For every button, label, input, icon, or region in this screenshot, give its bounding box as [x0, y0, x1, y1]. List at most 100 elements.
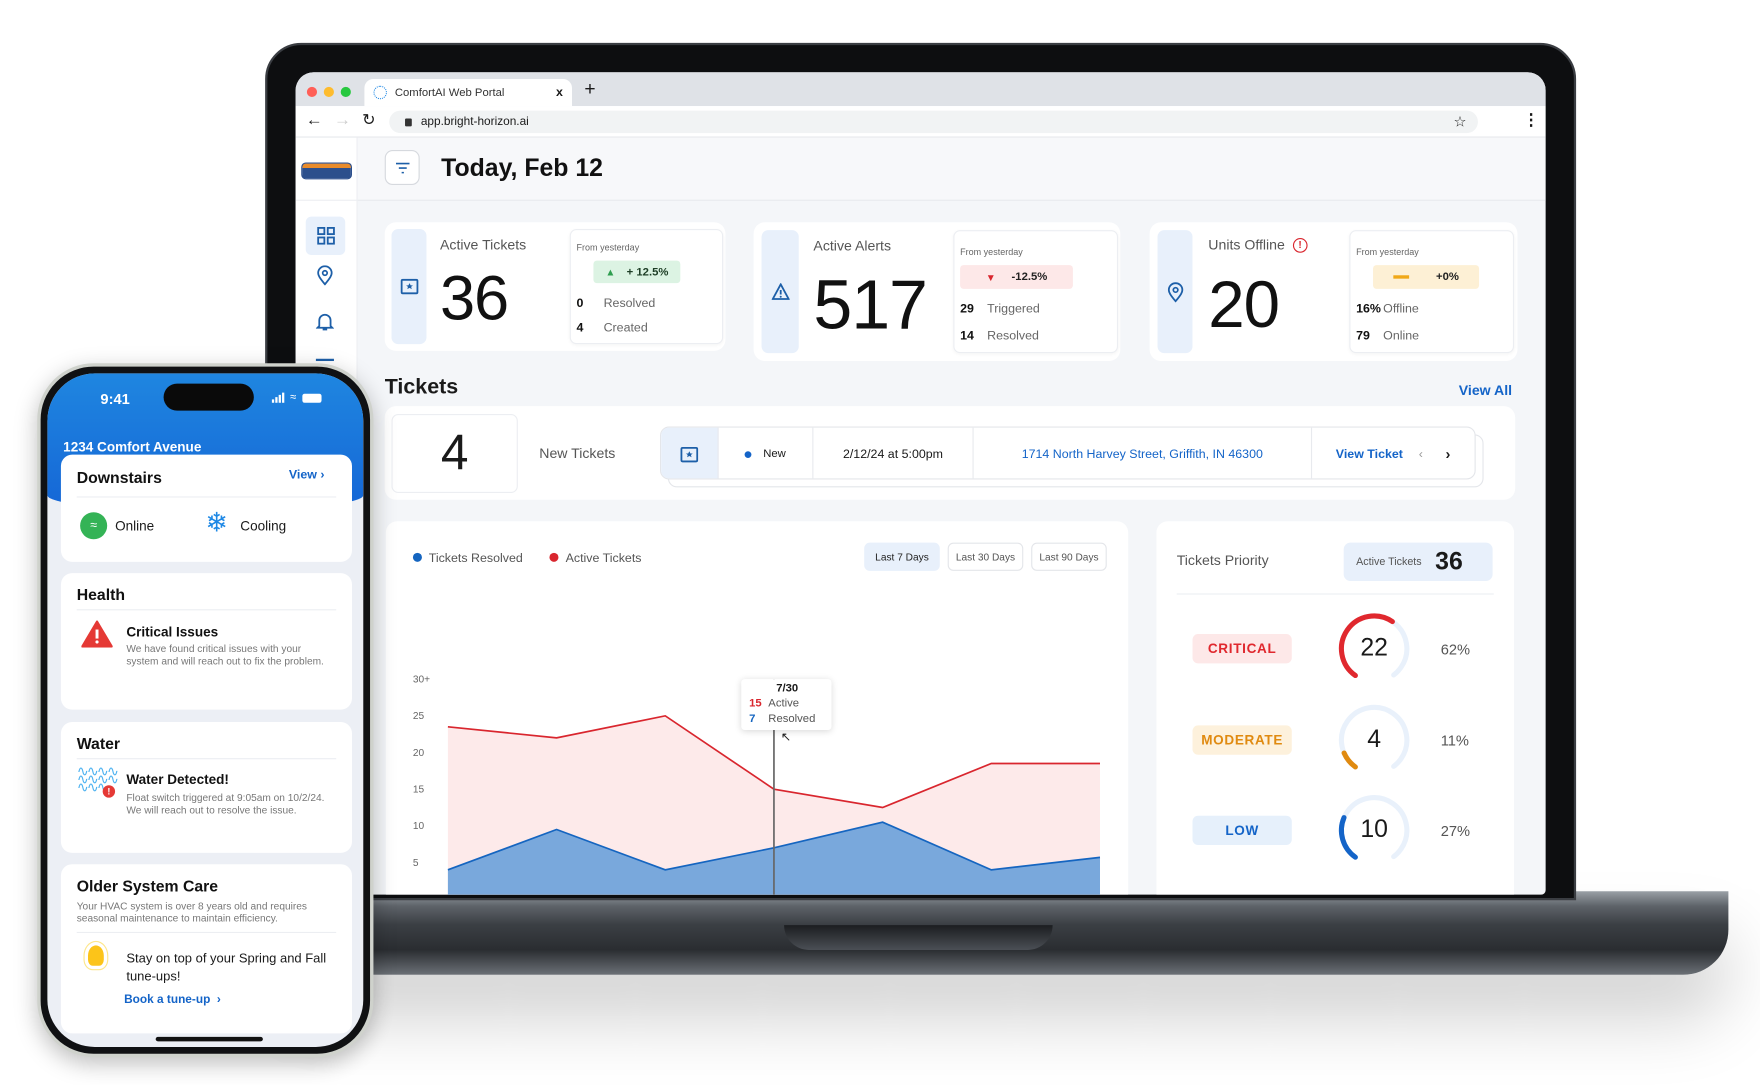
ticket-row[interactable]: New 2/12/24 at 5:00pm 1714 North Harvey …: [659, 426, 1476, 480]
chart-tooltip: 7/30 15 Active 7 Resolved: [741, 679, 832, 730]
tab-close-button[interactable]: x: [556, 86, 563, 100]
tab-title: ComfortAI Web Portal: [394, 86, 505, 99]
browser-tab[interactable]: ComfortAI Web Portal x: [364, 78, 572, 107]
ticket-address-link[interactable]: 1714 North Harvey Street, Griffith, IN 4…: [974, 427, 1313, 479]
previous-chevron-icon[interactable]: ‹: [1419, 447, 1423, 461]
favicon-icon: [373, 85, 387, 100]
critical-warning-icon: [81, 620, 113, 648]
status-dot-icon: [745, 450, 752, 458]
stat-row: 4 Created: [576, 321, 648, 336]
new-ticket-count: 4: [391, 414, 518, 494]
laptop-notch: [784, 925, 1053, 950]
sidebar-divider: [295, 199, 358, 201]
maximize-window-button[interactable]: [340, 86, 351, 98]
y-tick-label: 15: [413, 785, 425, 796]
stat-detail: From yesterday ▼ -12.5% 29 Triggered 14 Res…: [953, 230, 1119, 354]
sidebar-item-locations[interactable]: [316, 265, 334, 291]
ticket-icon: [391, 229, 427, 345]
filter-icon: [395, 162, 409, 173]
health-title: Health: [76, 585, 126, 604]
y-tick-label: 20: [413, 748, 425, 759]
signal-wifi-battery-icon: ≈: [271, 392, 321, 403]
priority-title: Tickets Priority: [1176, 552, 1269, 569]
sidebar-item-alerts[interactable]: [315, 311, 335, 337]
trend-down-icon: ▼: [985, 271, 996, 283]
status-time: 9:41: [100, 390, 130, 408]
older-system-desc: Your HVAC system is over 8 years old and…: [76, 900, 307, 924]
wifi-online-icon: ≈: [80, 512, 108, 540]
tickets-chart-card: Tickets Resolved Active Tickets Last 7 D…: [385, 521, 1129, 895]
ticket-datetime: 2/12/24 at 5:00pm: [813, 427, 974, 479]
priority-count: 4: [1367, 724, 1382, 753]
close-window-button[interactable]: [306, 86, 318, 98]
priority-pill-low[interactable]: LOW: [1192, 815, 1292, 846]
view-zone-link[interactable]: View ›: [289, 468, 325, 482]
stat-label: Active Tickets: [439, 236, 527, 253]
browser-menu-icon[interactable]: ⋮: [1523, 111, 1539, 130]
stat-value: 36: [439, 261, 509, 333]
stat-detail: From yesterday +0% 16% Offline 79 Online: [1349, 230, 1515, 354]
reload-icon[interactable]: ↻: [362, 111, 375, 130]
url-text: app.bright-horizon.ai: [420, 115, 529, 129]
ticket-icon: [661, 427, 719, 479]
stat-label-row: Units Offline!: [1208, 237, 1308, 253]
location-pin-icon: [1157, 230, 1193, 354]
home-address: 1234 Comfort Avenue: [63, 438, 202, 455]
tickets-priority-card: Tickets Priority Active Tickets 36 CRITIC…: [1156, 521, 1515, 895]
from-yesterday-label: From yesterday: [960, 247, 1023, 258]
water-detected-heading: Water Detected!: [126, 771, 229, 788]
priority-count: 10: [1360, 814, 1388, 843]
older-system-card[interactable]: Older System Care Your HVAC system is ov…: [60, 864, 352, 1034]
dynamic-island: [163, 383, 254, 411]
bell-icon: [315, 313, 335, 331]
forward-arrow-icon[interactable]: →: [334, 111, 351, 130]
alert-badge-icon: !: [102, 785, 116, 798]
new-tickets-label: New Tickets: [539, 445, 616, 462]
stat-value: 517: [813, 266, 927, 345]
bookmark-star-icon[interactable]: ☆: [1454, 113, 1467, 131]
priority-pill-moderate[interactable]: MODERATE: [1192, 725, 1292, 755]
marketing-scene: ComfortAI Web Portal x + ← → ↻ app.brigh…: [0, 0, 1760, 1085]
priority-percent: 11%: [1440, 732, 1469, 750]
downstairs-card[interactable]: Downstairs View › ≈ Online ❄ Cooling: [60, 454, 352, 562]
next-chevron-icon[interactable]: ›: [1445, 446, 1450, 463]
divider: [76, 496, 337, 498]
phone-screen: 9:41 ≈ 1234 Comfort Avenue Downstairs Vi…: [47, 373, 364, 1047]
cooling-status: Cooling: [240, 517, 287, 534]
tune-up-tip: Stay on top of your Spring and Fall tune…: [126, 952, 327, 984]
snowflake-icon: ❄: [205, 507, 229, 539]
view-ticket-button[interactable]: View Ticket: [1336, 447, 1403, 461]
health-card[interactable]: Health Critical Issues We have found cri…: [60, 573, 352, 710]
minimize-window-button[interactable]: [323, 86, 334, 98]
trend-flat-icon: [1393, 275, 1409, 279]
back-arrow-icon[interactable]: ←: [306, 111, 323, 130]
water-detected-desc: Float switch triggered at 9:05am on 10/2…: [126, 791, 325, 816]
stat-card-active-alerts[interactable]: Active Alerts 517 From yesterday ▼ -12.5%…: [753, 222, 1121, 362]
book-tune-up-link[interactable]: Book a tune-up ›: [124, 993, 221, 1007]
page-title: Today, Feb 12: [441, 153, 603, 182]
address-row: ← → ↻ app.bright-horizon.ai ☆ ⋮: [295, 106, 1546, 138]
sidebar-item-dashboard[interactable]: [305, 216, 346, 255]
stat-label: Active Alerts: [813, 238, 892, 254]
priority-percent: 27%: [1440, 822, 1471, 840]
stat-card-active-tickets[interactable]: Active Tickets 36 From yesterday ▲ + 12.5…: [384, 222, 726, 351]
trend-up-icon: ▲: [605, 266, 616, 278]
stat-row: 14 Resolved: [960, 329, 1039, 343]
home-indicator: [155, 1036, 263, 1042]
stat-row: 29 Triggered: [960, 302, 1040, 316]
from-yesterday-label: From yesterday: [576, 242, 640, 253]
critical-issues-desc: We have found critical issues with your …: [126, 643, 324, 667]
from-yesterday-label: From yesterday: [1356, 247, 1419, 258]
new-tab-button[interactable]: +: [584, 78, 595, 101]
view-all-link[interactable]: View All: [1459, 382, 1512, 398]
filter-button[interactable]: [384, 150, 420, 186]
alert-circle-icon[interactable]: !: [1292, 237, 1308, 253]
phone-mockup: 9:41 ≈ 1234 Comfort Avenue Downstairs Vi…: [37, 363, 374, 1058]
water-card[interactable]: Water ∿∿∿∿ ∿∿∿∿ ∿∿∿ ! Water Detected! Floa…: [60, 722, 352, 853]
priority-pill-critical[interactable]: CRITICAL: [1192, 634, 1292, 664]
tickets-heading: Tickets: [384, 375, 459, 400]
stat-row: 79 Online: [1356, 329, 1420, 343]
stat-card-units-offline[interactable]: Units Offline! 20 From yesterday +0% 16%…: [1149, 222, 1518, 362]
url-bar[interactable]: app.bright-horizon.ai ☆: [389, 110, 1478, 134]
page-header: Today, Feb 12: [357, 137, 1546, 201]
